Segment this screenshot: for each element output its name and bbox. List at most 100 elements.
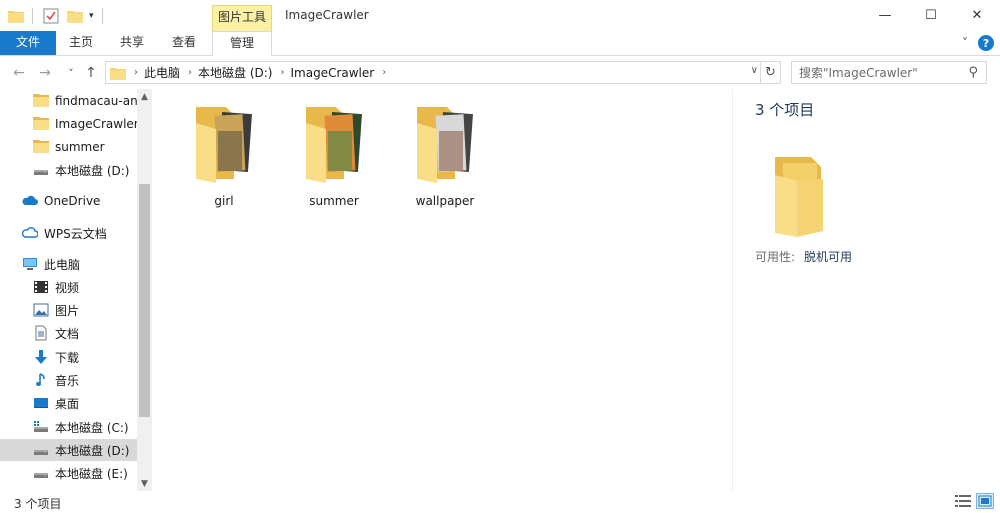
folder-icon xyxy=(33,139,49,155)
navigation-bar: ← → ˅ ↑ › 此电脑 › 本地磁盘 (D:) › ImageCrawler… xyxy=(0,57,1000,89)
customize-qa-icon[interactable]: ▾ xyxy=(89,11,94,21)
minimize-icon: — xyxy=(878,8,892,23)
sidebar-item[interactable]: findmacau-and xyxy=(0,90,137,112)
folder-icon xyxy=(33,116,49,132)
scroll-down-icon[interactable]: ▼ xyxy=(137,476,152,491)
folder-thumbnail-icon xyxy=(192,101,256,185)
sidebar-item-label: OneDrive xyxy=(44,194,101,208)
refresh-button[interactable]: ↻ xyxy=(760,62,780,83)
ribbon: 文件 主页 共享 查看 管理 ˅ ? xyxy=(0,31,1000,56)
sidebar-item-label: WPS云文档 xyxy=(44,226,107,241)
search-icon[interactable]: ⚲ xyxy=(968,65,978,80)
new-folder-icon[interactable] xyxy=(67,9,83,23)
file-list: girl summer wallpaper xyxy=(152,89,732,491)
maximize-button[interactable]: ☐ xyxy=(908,0,954,31)
maximize-icon: ☐ xyxy=(925,8,937,23)
sidebar-item[interactable]: 文档 xyxy=(0,322,137,344)
folder-thumbnail-icon xyxy=(302,101,366,185)
navigation-pane: findmacau-and ImageCrawler summer 本地磁盘 (D:)… xyxy=(0,89,152,491)
sidebar-item[interactable]: 本地磁盘 (D:) xyxy=(0,439,137,461)
sidebar-item[interactable]: 图片 xyxy=(0,299,137,321)
scrollbar-thumb[interactable] xyxy=(139,184,150,417)
sidebar-item[interactable]: 音乐 xyxy=(0,369,137,391)
drive-icon xyxy=(33,465,49,481)
sidebar-item[interactable]: 下载 xyxy=(0,346,137,368)
tab-home[interactable]: 主页 xyxy=(56,31,106,55)
item-count: 3 个项目 xyxy=(14,497,62,511)
address-history-icon[interactable]: ∨ xyxy=(751,65,758,76)
tab-share[interactable]: 共享 xyxy=(106,31,158,55)
sidebar-item-label: 本地磁盘 (D:) xyxy=(55,163,130,178)
folder-item[interactable]: wallpaper xyxy=(397,101,493,211)
back-button[interactable]: ← xyxy=(10,63,28,83)
music-icon xyxy=(33,372,49,388)
ribbon-controls: ˅ ? xyxy=(962,35,994,51)
availability-label: 可用性: xyxy=(755,250,796,264)
drive-icon xyxy=(33,442,49,458)
folder-icon[interactable] xyxy=(8,9,24,23)
status-bar: 3 个项目 xyxy=(0,491,1000,513)
folder-thumbnail-icon xyxy=(413,101,477,185)
sidebar-item-label: findmacau-and xyxy=(55,94,137,108)
minimize-button[interactable]: — xyxy=(862,0,908,31)
folder-item[interactable]: girl xyxy=(176,101,272,211)
close-button[interactable]: ✕ xyxy=(954,0,1000,31)
search-input[interactable]: 搜索"ImageCrawler" ⚲ xyxy=(791,61,987,84)
quick-access-toolbar: ▾ xyxy=(8,8,103,24)
sidebar-item[interactable]: WPS云文档 xyxy=(0,222,137,244)
chevron-right-icon[interactable]: › xyxy=(382,67,386,78)
recent-locations-button[interactable]: ˅ xyxy=(62,63,80,83)
wps-cloud-icon xyxy=(21,225,39,241)
help-icon[interactable]: ? xyxy=(978,35,994,51)
sidebar-item[interactable]: 此电脑 xyxy=(0,253,137,275)
tab-file[interactable]: 文件 xyxy=(0,31,56,55)
sidebar-item[interactable]: OneDrive xyxy=(0,190,137,212)
sidebar-item[interactable]: 桌面 xyxy=(0,392,137,414)
title-bar: ▾ 图片工具 ImageCrawler — ☐ ✕ xyxy=(0,0,1000,31)
tab-view[interactable]: 查看 xyxy=(158,31,210,55)
sidebar-item-label: 此电脑 xyxy=(44,257,81,272)
sidebar-item[interactable]: 本地磁盘 (E:) xyxy=(0,462,137,484)
sidebar-item[interactable]: ImageCrawler xyxy=(0,113,137,135)
back-arrow-icon: ← xyxy=(13,65,25,81)
folder-icon xyxy=(110,66,126,80)
details-pane: 3 个项目 可用性: 脱机可用 xyxy=(732,89,1000,491)
large-icons-view-button[interactable] xyxy=(976,493,994,509)
chevron-right-icon[interactable]: › xyxy=(134,67,138,78)
sidebar-item-label: ImageCrawler xyxy=(55,117,137,131)
search-placeholder: 搜索"ImageCrawler" xyxy=(799,66,918,80)
availability-value: 脱机可用 xyxy=(804,250,853,264)
details-view-button[interactable] xyxy=(954,493,972,509)
download-icon xyxy=(33,349,49,365)
up-button[interactable]: ↑ xyxy=(82,63,100,83)
sidebar-item[interactable]: summer xyxy=(0,136,137,158)
window-title: ImageCrawler xyxy=(285,8,369,22)
video-icon xyxy=(33,279,49,295)
sidebar-item[interactable]: 本地磁盘 (C:) xyxy=(0,416,137,438)
sidebar-item[interactable]: 本地磁盘 (D:) xyxy=(0,159,137,181)
sidebar-item[interactable]: 视频 xyxy=(0,276,137,298)
picture-tools-group: 图片工具 xyxy=(212,5,272,31)
sidebar-scrollbar[interactable]: ▲ ▼ xyxy=(137,89,152,491)
cloud-icon xyxy=(22,193,38,209)
properties-icon[interactable] xyxy=(43,8,59,24)
chevron-right-icon[interactable]: › xyxy=(280,67,284,78)
tab-manage[interactable]: 管理 xyxy=(212,31,272,56)
breadcrumb-imagecrawler[interactable]: ImageCrawler xyxy=(290,66,374,80)
documents-icon xyxy=(33,325,49,341)
breadcrumb-this-pc[interactable]: 此电脑 xyxy=(144,64,180,81)
scroll-up-icon[interactable]: ▲ xyxy=(137,89,152,104)
expand-ribbon-icon[interactable]: ˅ xyxy=(962,36,968,50)
system-drive-icon xyxy=(33,419,49,435)
address-bar[interactable]: › 此电脑 › 本地磁盘 (D:) › ImageCrawler › ∨ ↻ xyxy=(105,61,781,84)
details-title: 3 个项目 xyxy=(755,101,815,119)
chevron-right-icon[interactable]: › xyxy=(188,67,192,78)
refresh-icon: ↻ xyxy=(765,65,776,80)
desktop-icon xyxy=(33,395,49,411)
sidebar-item-label: 桌面 xyxy=(55,396,80,411)
breadcrumb-drive-d[interactable]: 本地磁盘 (D:) xyxy=(198,64,272,81)
sidebar-item-label: 图片 xyxy=(55,303,80,318)
folder-item[interactable]: summer xyxy=(286,101,382,211)
sidebar-item-label: summer xyxy=(55,140,105,154)
forward-button[interactable]: → xyxy=(36,63,54,83)
